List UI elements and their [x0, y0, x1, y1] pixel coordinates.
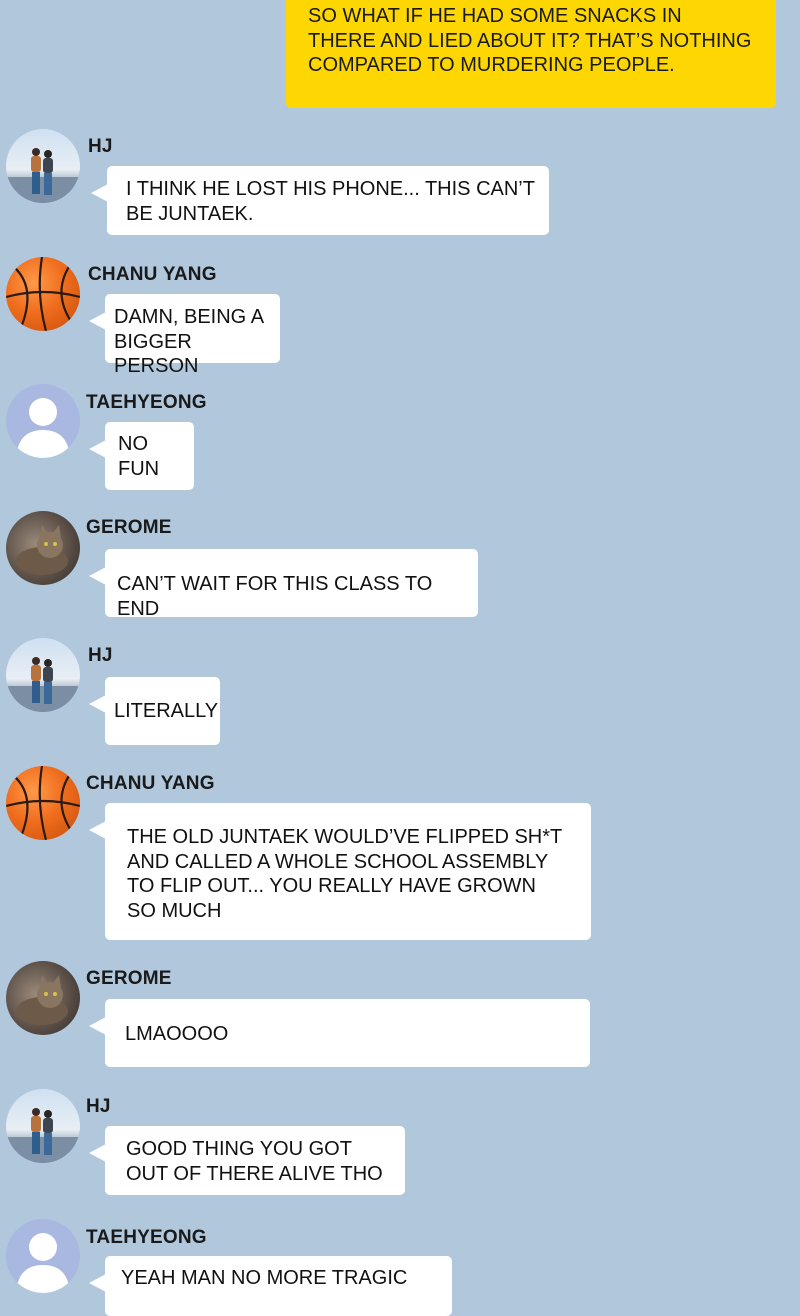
default-user-avatar[interactable]: [6, 384, 80, 458]
cat-avatar[interactable]: [6, 961, 80, 1035]
couple-photo-avatar[interactable]: [6, 129, 80, 203]
message-bubble: YEAH MAN NO MORE TRAGIC: [89, 1256, 452, 1316]
sender-name: GEROME: [86, 517, 172, 538]
sender-name: CHANU YANG: [88, 264, 217, 285]
message-bubble: NO FUN: [89, 422, 194, 490]
message-bubble: LITERALLY: [89, 677, 220, 745]
couple-photo-avatar[interactable]: [6, 638, 80, 712]
message-bubble: LMAOOOO: [89, 999, 590, 1067]
sender-name: HJ: [86, 1096, 111, 1117]
cat-avatar[interactable]: [6, 511, 80, 585]
sender-name: CHANU YANG: [86, 773, 215, 794]
message-bubble: DAMN, BEING A BIGGER PERSON: [89, 294, 280, 377]
message-bubble: CAN’T WAIT FOR THIS CLASS TO END: [89, 549, 478, 620]
default-user-avatar[interactable]: [6, 1219, 80, 1293]
sender-name: TAEHYEONG: [86, 392, 207, 413]
basketball-avatar[interactable]: [6, 766, 80, 840]
couple-photo-avatar[interactable]: [6, 1089, 80, 1163]
outgoing-message-bubble: SO WHAT IF HE HAD SOME SNACKS IN THERE A…: [286, 0, 776, 108]
sender-name: HJ: [88, 136, 113, 157]
message-bubble: I THINK HE LOST HIS PHONE... THIS CAN’T …: [91, 166, 549, 235]
message-bubble: GOOD THING YOU GOT OUT OF THERE ALIVE TH…: [89, 1126, 405, 1195]
sender-name: GEROME: [86, 968, 172, 989]
sender-name: TAEHYEONG: [86, 1227, 207, 1248]
basketball-avatar[interactable]: [6, 257, 80, 331]
sender-name: HJ: [88, 645, 113, 666]
message-bubble: THE OLD JUNTAEK WOULD’VE FLIPPED SH*T AN…: [89, 803, 591, 940]
